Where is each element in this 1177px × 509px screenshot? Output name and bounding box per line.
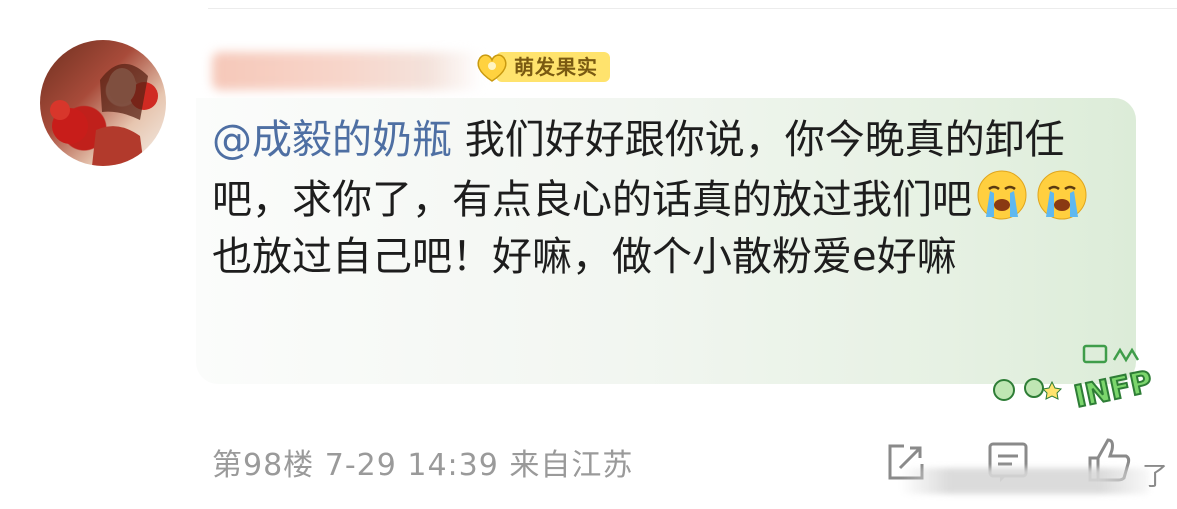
comment-body-part2: 也放过自己吧！好嘛，做个小散粉爱e好嘛 (212, 234, 957, 280)
heart-fruit-icon (474, 50, 510, 84)
username-blurred[interactable] (212, 52, 482, 90)
comment-time: 14:39 (407, 448, 499, 483)
comment-location: 来自江苏 (509, 448, 634, 483)
avatar-image (50, 63, 158, 166)
watermark (900, 468, 1150, 494)
crying-face-icon (1036, 169, 1088, 221)
crying-face-icon (976, 169, 1028, 221)
comment-text: @成毅的奶瓶 我们好好跟你说，你今晚真的卸任吧，求你了，有点良心的话真的放过我们… (212, 112, 1117, 286)
user-badge[interactable]: 萌发果实 (474, 50, 624, 84)
comment-date: 7-29 (324, 448, 397, 483)
infp-label: INFP (1071, 364, 1155, 412)
avatar[interactable] (40, 40, 166, 166)
watermark-text: 了 (1142, 462, 1169, 492)
floor-number: 第98楼 (212, 448, 315, 483)
top-divider (208, 8, 1177, 9)
mention-link[interactable]: @成毅的奶瓶 (212, 117, 452, 163)
badge-label: 萌发果实 (496, 52, 610, 82)
infp-sticker: INFP (990, 342, 1157, 416)
comment-meta: 第98楼 7-29 14:39 来自江苏 (212, 440, 633, 484)
